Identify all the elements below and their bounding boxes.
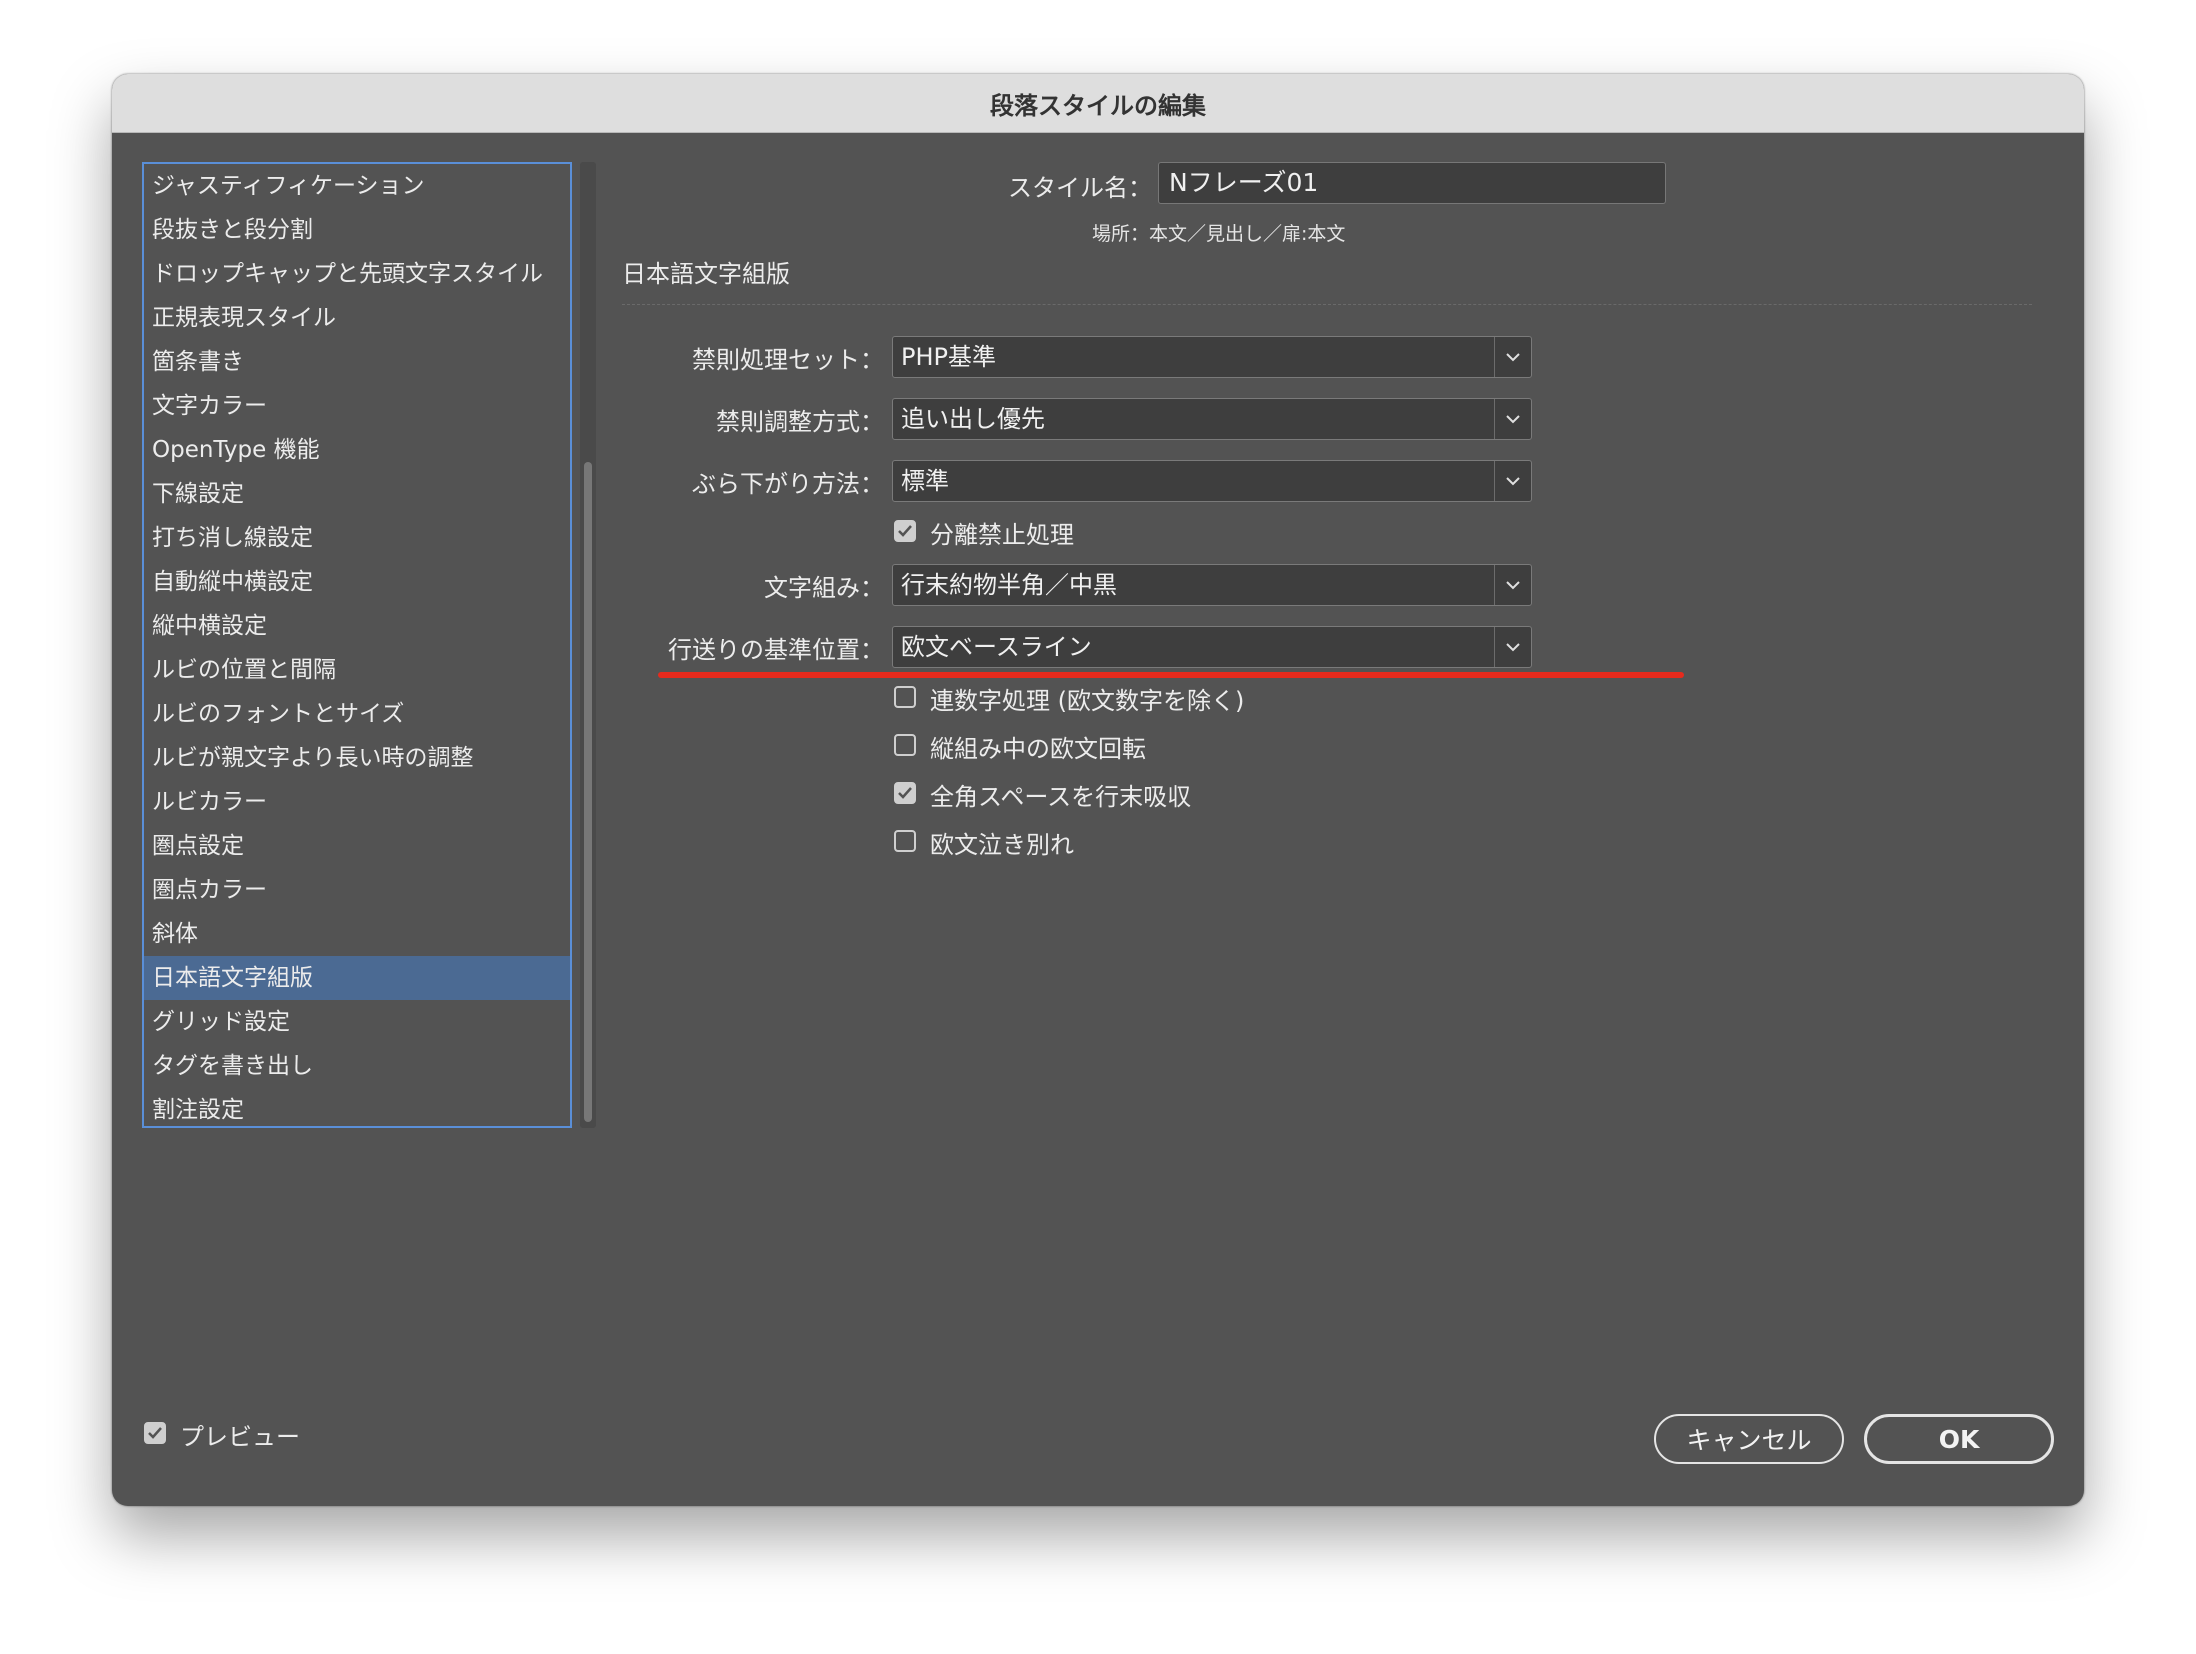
sidebar-item-grep-style[interactable]: 正規表現スタイル xyxy=(144,296,570,340)
category-list[interactable]: ジャスティフィケーション 段抜きと段分割 ドロップキャップと先頭文字スタイル 正… xyxy=(142,162,572,1128)
sidebar-item-ruby-overhang[interactable]: ルビが親文字より長い時の調整 xyxy=(144,736,570,780)
style-name-input[interactable]: Nフレーズ01 xyxy=(1158,162,1666,204)
sidebar-item-opentype[interactable]: OpenType 機能 xyxy=(144,428,570,472)
mojikumi-dropdown[interactable]: 行末約物半角／中黒 xyxy=(892,564,1532,606)
location-text: 場所：本文／見出し／扉:本文 xyxy=(1092,223,1346,245)
kinsoku-adjust-dropdown[interactable]: 追い出し優先 xyxy=(892,398,1532,440)
preview-label[interactable]: プレビュー xyxy=(180,1417,300,1452)
no-break-checkbox[interactable] xyxy=(894,520,916,542)
zenkaku-space-checkbox[interactable] xyxy=(894,782,916,804)
sidebar-item-export-tagging[interactable]: タグを書き出し xyxy=(144,1044,570,1088)
no-break-label[interactable]: 分離禁止処理 xyxy=(930,515,1074,550)
sidebar-item-strikethrough[interactable]: 打ち消し線設定 xyxy=(144,516,570,560)
cancel-button[interactable]: キャンセル xyxy=(1654,1414,1844,1464)
sidebar-item-ruby-color[interactable]: ルビカラー xyxy=(144,780,570,824)
sidebar-item-character-color[interactable]: 文字カラー xyxy=(144,384,570,428)
paragraph-style-dialog: 段落スタイルの編集 ジャスティフィケーション 段抜きと段分割 ドロップキャップと… xyxy=(112,74,2084,1506)
kinsoku-set-dropdown[interactable]: PHP基準 xyxy=(892,336,1532,378)
sidebar-item-drop-caps[interactable]: ドロップキャップと先頭文字スタイル xyxy=(144,252,570,296)
chevron-down-icon[interactable] xyxy=(1494,627,1531,667)
oubun-nakiwakare-checkbox[interactable] xyxy=(894,830,916,852)
sidebar-item-underline[interactable]: 下線設定 xyxy=(144,472,570,516)
tatechu-roman-label[interactable]: 縦組み中の欧文回転 xyxy=(930,729,1146,764)
scrollbar-thumb[interactable] xyxy=(584,462,592,1122)
sidebar-item-bullets[interactable]: 箇条書き xyxy=(144,340,570,384)
chevron-down-icon[interactable] xyxy=(1494,461,1531,501)
sidebar-item-auto-tatechuyoko[interactable]: 自動縦中横設定 xyxy=(144,560,570,604)
hanging-value: 標準 xyxy=(901,467,949,495)
sidebar-item-warichu[interactable]: 割注設定 xyxy=(144,1088,570,1132)
chevron-down-icon[interactable] xyxy=(1494,337,1531,377)
chevron-down-icon[interactable] xyxy=(1494,565,1531,605)
mojikumi-value: 行末約物半角／中黒 xyxy=(901,571,1117,599)
style-name-label: スタイル名： xyxy=(1008,174,1152,202)
preview-checkbox[interactable] xyxy=(144,1422,166,1444)
section-divider xyxy=(622,304,2032,305)
sidebar-item-span-columns[interactable]: 段抜きと段分割 xyxy=(144,208,570,252)
window-title: 段落スタイルの編集 xyxy=(112,74,2084,133)
hanging-label: ぶら下がり方法： xyxy=(692,470,884,498)
leading-base-value: 欧文ベースライン xyxy=(901,633,1092,661)
section-title: 日本語文字組版 xyxy=(622,260,790,288)
sidebar-item-ruby-font[interactable]: ルビのフォントとサイズ xyxy=(144,692,570,736)
renzuuji-label[interactable]: 連数字処理 (欧文数字を除く) xyxy=(930,681,1244,716)
zenkaku-space-label[interactable]: 全角スペースを行末吸収 xyxy=(930,777,1191,812)
sidebar-item-japanese-composition[interactable]: 日本語文字組版 xyxy=(144,956,570,1000)
sidebar-item-kenten[interactable]: 圏点設定 xyxy=(144,824,570,868)
sidebar-item-tatechuyoko[interactable]: 縦中横設定 xyxy=(144,604,570,648)
kinsoku-set-label: 禁則処理セット： xyxy=(692,346,884,374)
sidebar-scrollbar[interactable] xyxy=(580,162,596,1128)
leading-base-dropdown[interactable]: 欧文ベースライン xyxy=(892,626,1532,668)
leading-base-label: 行送りの基準位置： xyxy=(668,636,884,664)
tatechu-roman-checkbox[interactable] xyxy=(894,734,916,756)
sidebar-item-italic[interactable]: 斜体 xyxy=(144,912,570,956)
sidebar-item-kenten-color[interactable]: 圏点カラー xyxy=(144,868,570,912)
chevron-down-icon[interactable] xyxy=(1494,399,1531,439)
annotation-underline xyxy=(658,672,1684,678)
renzuuji-checkbox[interactable] xyxy=(894,686,916,708)
mojikumi-label: 文字組み： xyxy=(764,574,884,602)
sidebar-item-ruby-position[interactable]: ルビの位置と間隔 xyxy=(144,648,570,692)
kinsoku-adjust-label: 禁則調整方式： xyxy=(716,408,884,436)
hanging-dropdown[interactable]: 標準 xyxy=(892,460,1532,502)
kinsoku-set-value: PHP基準 xyxy=(901,343,996,371)
oubun-nakiwakare-label[interactable]: 欧文泣き別れ xyxy=(930,825,1074,860)
ok-button[interactable]: OK xyxy=(1864,1414,2054,1464)
kinsoku-adjust-value: 追い出し優先 xyxy=(901,405,1045,433)
sidebar-item-grid[interactable]: グリッド設定 xyxy=(144,1000,570,1044)
sidebar-item-justification[interactable]: ジャスティフィケーション xyxy=(144,164,570,208)
